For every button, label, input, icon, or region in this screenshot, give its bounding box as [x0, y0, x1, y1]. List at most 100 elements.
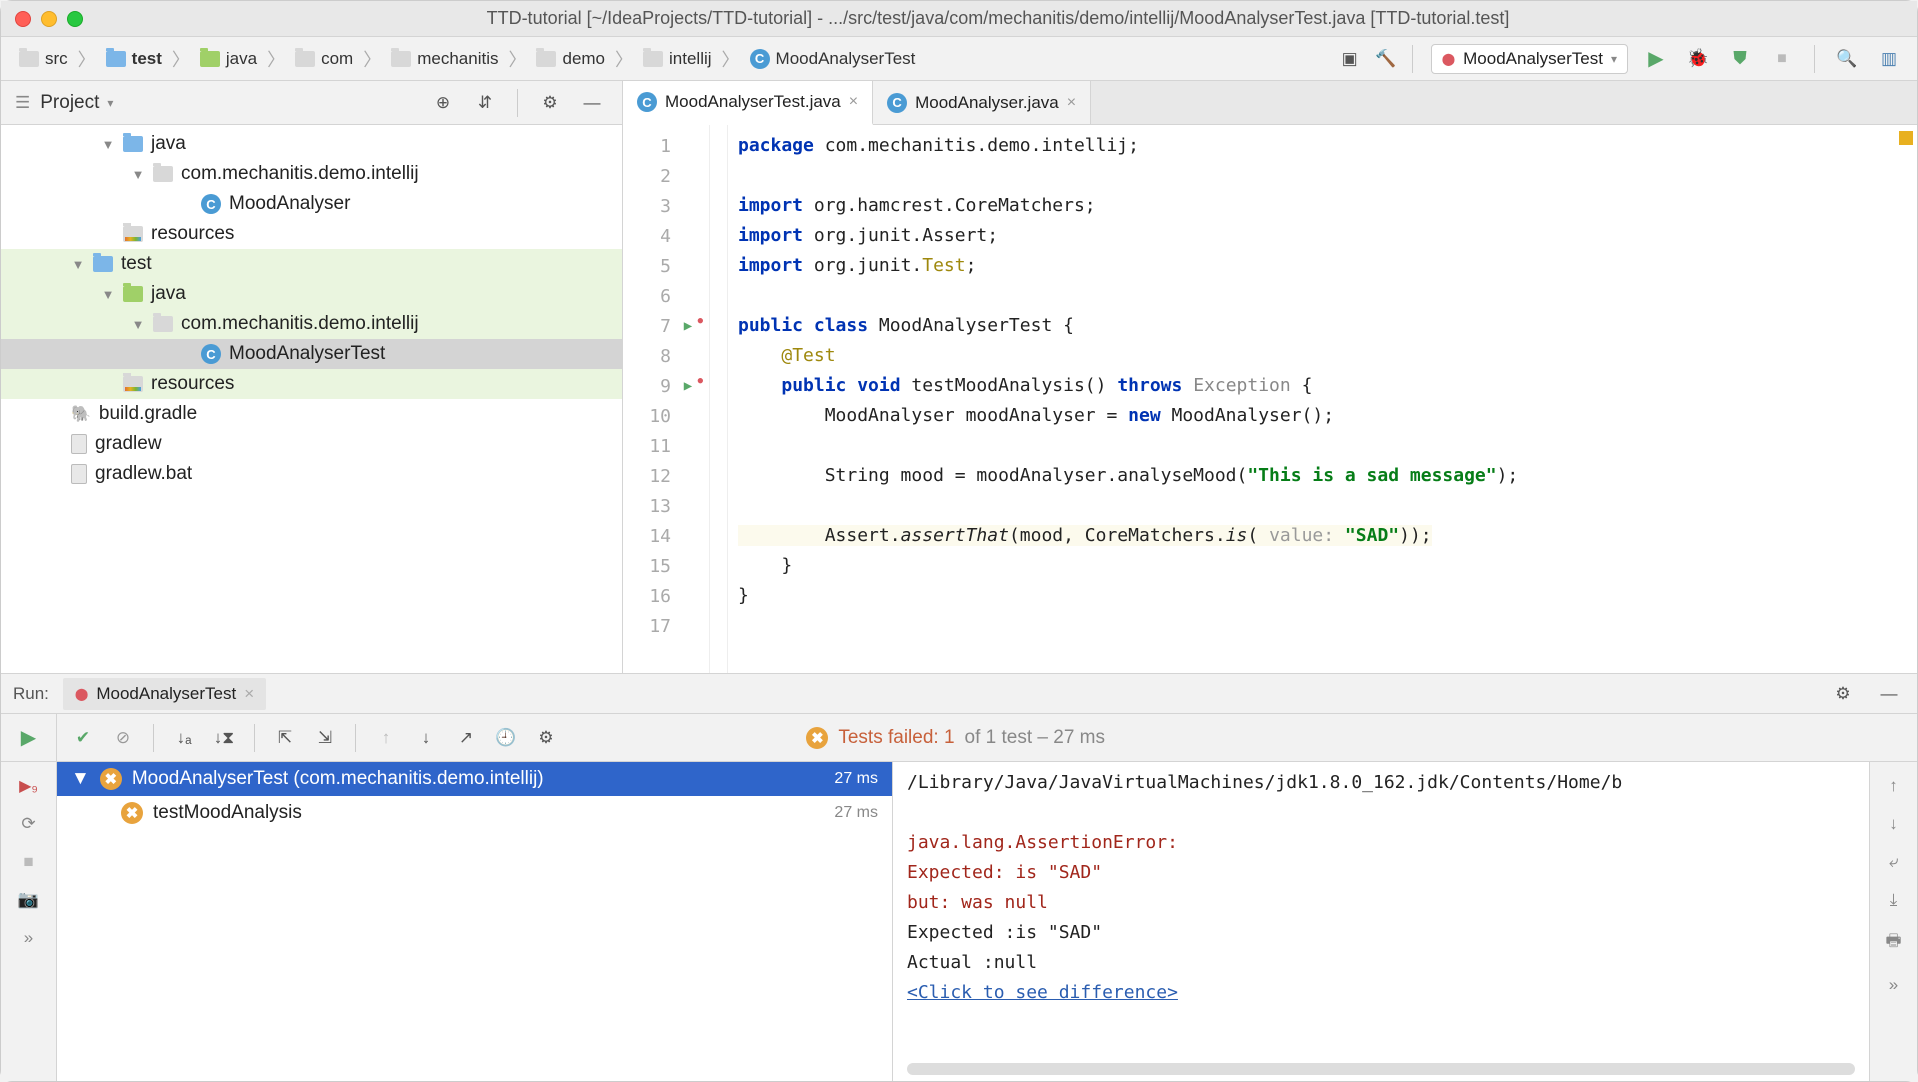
search-icon[interactable]: 🔍 — [1831, 43, 1863, 75]
tree-node-gradlew[interactable]: gradlew — [1, 429, 622, 459]
run-header: Run: ⬤ MoodAnalyserTest × ⚙ — — [1, 674, 1917, 714]
run-gutter-icon[interactable]: ▶ — [677, 378, 699, 394]
breadcrumb-intellij[interactable]: intellij — [637, 46, 718, 72]
run-tab[interactable]: ⬤ MoodAnalyserTest × — [63, 678, 266, 710]
test-console[interactable]: /Library/Java/JavaVirtualMachines/jdk1.8… — [893, 762, 1869, 1081]
error-stripe-marker[interactable] — [1899, 131, 1913, 145]
build-icon[interactable]: 🔨 — [1370, 43, 1402, 75]
test-tree-root[interactable]: ▼ ✖ MoodAnalyserTest (com.mechanitis.dem… — [57, 762, 892, 796]
run-configuration-selector[interactable]: ⬤ MoodAnalyserTest ▾ — [1431, 44, 1628, 74]
main-area: ☰ Project ▾ ⊕ ⇵ ⚙ — ▼java ▼com.mechaniti… — [1, 81, 1917, 673]
toggle-auto-test-icon[interactable]: ▶₉ — [19, 776, 38, 796]
dump-threads-icon[interactable]: 📷 — [18, 890, 39, 910]
editor-area: C MoodAnalyserTest.java × C MoodAnalyser… — [623, 81, 1917, 673]
previous-failed-icon[interactable]: ↑ — [370, 722, 402, 754]
run-button[interactable]: ▶ — [1640, 43, 1672, 75]
chevron-down-icon: ▼ — [71, 768, 90, 790]
more-icon[interactable]: » — [24, 928, 33, 948]
fail-icon: ✖ — [121, 802, 143, 824]
project-tree[interactable]: ▼java ▼com.mechanitis.demo.intellij CMoo… — [1, 125, 622, 673]
stop-icon[interactable]: ■ — [23, 852, 33, 872]
close-window-button[interactable] — [15, 11, 31, 27]
breadcrumb-file[interactable]: CMoodAnalyserTest — [744, 46, 922, 72]
scroll-to-end-icon[interactable]: ⤓ — [1890, 890, 1898, 910]
project-header: ☰ Project ▾ ⊕ ⇵ ⚙ — — [1, 81, 622, 125]
sort-by-duration-icon[interactable]: ↓⧗ — [208, 722, 240, 754]
close-icon[interactable]: × — [244, 684, 254, 704]
tree-node-test[interactable]: ▼test — [1, 249, 622, 279]
gear-icon[interactable]: ⚙ — [534, 87, 566, 119]
navigate-back-icon[interactable]: ▣ — [1334, 43, 1366, 75]
collapse-all-icon[interactable]: ⇲ — [309, 722, 341, 754]
locate-icon[interactable]: ⊕ — [427, 87, 459, 119]
project-title[interactable]: Project — [40, 92, 99, 114]
minimize-window-button[interactable] — [41, 11, 57, 27]
tree-node-java-test[interactable]: ▼java — [1, 279, 622, 309]
resources-icon — [123, 226, 143, 242]
test-tree[interactable]: ▼ ✖ MoodAnalyserTest (com.mechanitis.dem… — [57, 762, 893, 1081]
stop-button[interactable]: ■ — [1766, 43, 1798, 75]
breadcrumb-demo[interactable]: demo — [530, 46, 611, 72]
breadcrumb-src[interactable]: src — [13, 46, 74, 72]
editor-body[interactable]: 1 2 3 4 5 6 7▶ 8 9▶ 10 11 12 13 14 15 16… — [623, 125, 1917, 673]
export-icon[interactable]: ↗ — [450, 722, 482, 754]
history-icon[interactable]: 🕘 — [490, 722, 522, 754]
breadcrumb-java[interactable]: java — [194, 46, 263, 72]
tree-node-package-main[interactable]: ▼com.mechanitis.demo.intellij — [1, 159, 622, 189]
rerun-failed-icon[interactable]: ⟳ — [21, 814, 35, 834]
see-difference-link[interactable]: <Click to see difference> — [907, 982, 1178, 1003]
chevron-down-icon: ▼ — [131, 317, 145, 332]
next-failed-icon[interactable]: ↓ — [410, 722, 442, 754]
folder-icon — [295, 51, 315, 67]
close-icon[interactable]: × — [849, 93, 858, 111]
tree-node-build-gradle[interactable]: 🐘build.gradle — [1, 399, 622, 429]
test-tree-item[interactable]: ✖ testMoodAnalysis 27 ms — [57, 796, 892, 830]
print-icon[interactable]: 🖶 — [1885, 928, 1901, 957]
fail-icon: ✖ — [806, 727, 828, 749]
folder-icon — [643, 51, 663, 67]
soft-wrap-icon[interactable]: ⤶ — [1889, 852, 1899, 872]
breadcrumb-test[interactable]: test — [100, 46, 168, 72]
down-icon[interactable]: ↓ — [1889, 814, 1898, 834]
folder-icon — [106, 51, 126, 67]
test-run-icon: ⬤ — [75, 687, 88, 701]
tab-moodanalyser[interactable]: C MoodAnalyser.java × — [873, 81, 1091, 124]
fail-icon: ✖ — [100, 768, 122, 790]
gear-icon[interactable]: ⚙ — [1827, 678, 1859, 710]
expand-all-icon[interactable]: ⇵ — [469, 87, 501, 119]
chevron-down-icon: ▾ — [1611, 52, 1617, 66]
chevron-down-icon: ▼ — [101, 137, 115, 152]
run-gutter-icon[interactable]: ▶ — [677, 318, 699, 334]
tab-moodanalysertest[interactable]: C MoodAnalyserTest.java × — [623, 81, 873, 125]
chevron-right-icon: 〉 — [613, 46, 635, 72]
tree-node-resources-main[interactable]: resources — [1, 219, 622, 249]
sort-alphabetically-icon[interactable]: ↓ₐ — [168, 722, 200, 754]
breadcrumb-com[interactable]: com — [289, 46, 359, 72]
expand-all-icon[interactable]: ⇱ — [269, 722, 301, 754]
editor-gutter[interactable]: 1 2 3 4 5 6 7▶ 8 9▶ 10 11 12 13 14 15 16… — [623, 125, 710, 673]
gear-icon[interactable]: ⚙ — [530, 722, 562, 754]
show-ignored-icon[interactable]: ⊘ — [107, 722, 139, 754]
tree-node-java-main[interactable]: ▼java — [1, 129, 622, 159]
debug-button[interactable]: 🐞 — [1682, 43, 1714, 75]
hide-icon[interactable]: — — [576, 87, 608, 119]
chevron-down-icon[interactable]: ▾ — [107, 96, 113, 110]
breadcrumb-mechanitis[interactable]: mechanitis — [385, 46, 504, 72]
coverage-button[interactable]: ⛊ — [1724, 43, 1756, 75]
rerun-button[interactable]: ▶ — [21, 725, 36, 750]
code-editor[interactable]: package com.mechanitis.demo.intellij; im… — [728, 125, 1917, 673]
tree-node-moodanalysertest[interactable]: CMoodAnalyserTest — [1, 339, 622, 369]
show-passed-icon[interactable]: ✔ — [67, 722, 99, 754]
more-icon[interactable]: » — [1889, 975, 1898, 995]
project-structure-icon[interactable]: ▥ — [1873, 43, 1905, 75]
tree-node-moodanalyser[interactable]: CMoodAnalyser — [1, 189, 622, 219]
hide-icon[interactable]: — — [1873, 678, 1905, 710]
tree-node-gradlew-bat[interactable]: gradlew.bat — [1, 459, 622, 489]
tree-node-package-test[interactable]: ▼com.mechanitis.demo.intellij — [1, 309, 622, 339]
zoom-window-button[interactable] — [67, 11, 83, 27]
horizontal-scrollbar[interactable] — [907, 1063, 1855, 1075]
up-icon[interactable]: ↑ — [1889, 776, 1898, 796]
tree-node-resources-test[interactable]: resources — [1, 369, 622, 399]
close-icon[interactable]: × — [1067, 94, 1076, 112]
fold-column[interactable] — [710, 125, 728, 673]
